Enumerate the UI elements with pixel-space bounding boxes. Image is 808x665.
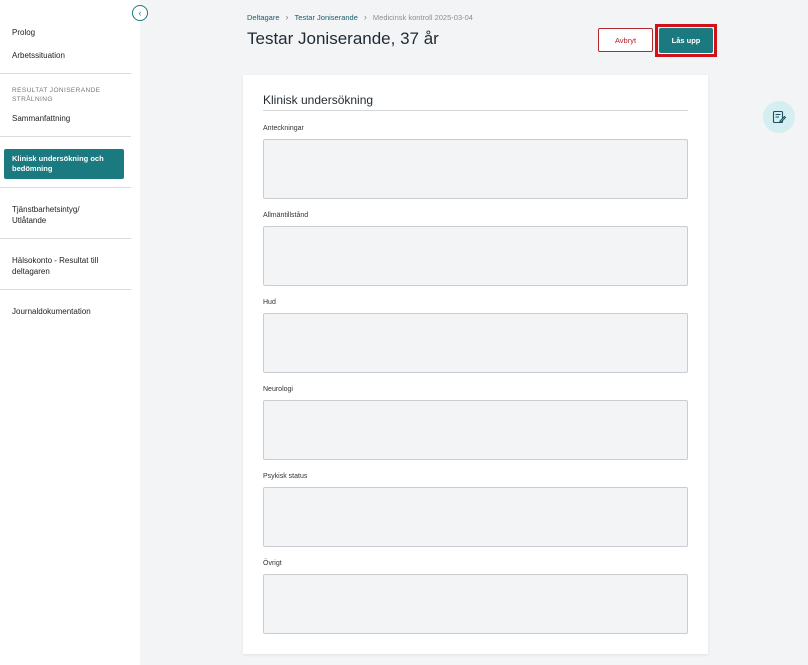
field-label-psykisk-status: Psykisk status — [263, 473, 308, 480]
chevron-right-icon: › — [285, 12, 289, 22]
sidebar-item-sammanfattning[interactable]: Sammanfattning — [12, 113, 70, 124]
breadcrumb-deltagare[interactable]: Deltagare — [247, 13, 280, 22]
sidebar-item-halsokonto[interactable]: Hälsokonto - Resultat till deltagaren — [12, 255, 112, 277]
sidebar-item-prolog[interactable]: Prolog — [12, 27, 35, 38]
neurologi-textarea[interactable] — [263, 400, 688, 460]
hud-textarea[interactable] — [263, 313, 688, 373]
field-label-neurologi: Neurologi — [263, 386, 293, 393]
page-title: Testar Joniserande, 37 år — [247, 29, 439, 48]
allmantillstand-textarea[interactable] — [263, 226, 688, 286]
chevron-left-icon: ‹ — [138, 7, 142, 18]
breadcrumb: Deltagare › Testar Joniserande › Medicin… — [247, 12, 473, 22]
field-label-hud: Hud — [263, 299, 276, 306]
cancel-button[interactable]: Avbryt — [598, 28, 653, 52]
ovrigt-textarea[interactable] — [263, 574, 688, 634]
anteckningar-textarea[interactable] — [263, 139, 688, 199]
sidebar-section-heading: RESULTAT JONISERANDE STRÅLNING — [12, 87, 101, 103]
sidebar-divider — [0, 136, 131, 137]
sidebar-item-arbetssituation[interactable]: Arbetssituation — [12, 50, 65, 61]
field-label-allmantillstand: Allmäntillstånd — [263, 212, 309, 219]
sidebar-divider — [0, 73, 131, 74]
psykisk-status-textarea[interactable] — [263, 487, 688, 547]
unlock-button[interactable]: Lås upp — [659, 28, 713, 53]
sidebar-item-journal[interactable]: Journaldokumentation — [12, 306, 91, 317]
card-divider — [263, 110, 688, 111]
collapse-sidebar-button[interactable]: ‹ — [132, 5, 148, 21]
breadcrumb-current: Medicinsk kontroll 2025-03-04 — [372, 12, 473, 22]
sidebar: Prolog Arbetssituation RESULTAT JONISERA… — [0, 0, 140, 665]
clinical-exam-card: Klinisk undersökning Anteckningar Allmän… — [243, 75, 708, 654]
card-title: Klinisk undersökning — [263, 93, 374, 107]
field-label-anteckningar: Anteckningar — [263, 125, 304, 132]
sidebar-item-label: Klinisk undersökning och bedömning — [12, 154, 104, 173]
chevron-right-icon: › — [363, 12, 367, 22]
field-label-ovrigt: Övrigt — [263, 560, 282, 567]
breadcrumb-participant[interactable]: Testar Joniserande — [295, 13, 358, 22]
sidebar-item-klinisk[interactable]: Klinisk undersökning och bedömning — [4, 149, 124, 179]
note-edit-icon — [772, 110, 786, 124]
sidebar-divider — [0, 187, 131, 188]
sidebar-item-tjanstbarhet[interactable]: Tjänstbarhetsintyg/ Utlåtande — [12, 204, 102, 226]
notes-button[interactable] — [763, 101, 795, 133]
sidebar-divider — [0, 289, 131, 290]
sidebar-divider — [0, 238, 131, 239]
